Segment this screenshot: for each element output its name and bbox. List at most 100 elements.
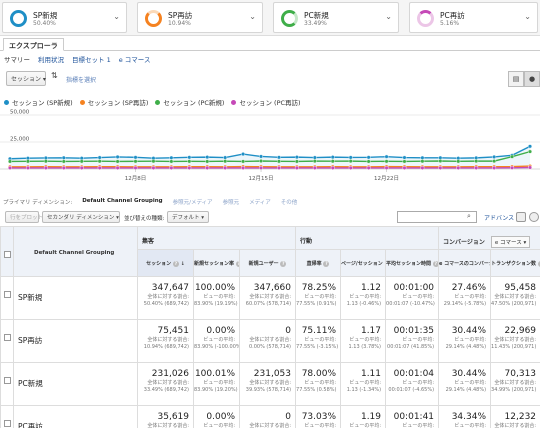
- metric-comparison: 83.90% (19.20%): [194, 386, 238, 393]
- table-search-input[interactable]: [397, 211, 477, 223]
- table-view-icon[interactable]: [516, 212, 526, 222]
- row-checkbox[interactable]: [3, 377, 11, 384]
- data-point: [276, 155, 281, 160]
- chevron-down-icon[interactable]: ⌄: [524, 12, 531, 21]
- line-chart-icon[interactable]: ▤: [508, 71, 524, 87]
- chart-canvas[interactable]: 50,000 25,000 12月8日 12月15日 12月22日: [0, 106, 540, 186]
- motion-chart-icon[interactable]: ●: [524, 71, 540, 87]
- data-point: [330, 155, 335, 160]
- chart-controls: セッション ▾ ⇅ 指標を選択 ▤ ●: [0, 70, 540, 88]
- segment-ring-icon: [281, 10, 298, 27]
- table-row[interactable]: SP再訪 75,451 全体に対する割合: 10.94% (689,742) 0.00%…: [0, 319, 540, 363]
- row-checkbox[interactable]: [3, 420, 11, 427]
- metric-select[interactable]: セッション ▾: [6, 71, 46, 86]
- dimension-other[interactable]: その他: [281, 198, 298, 209]
- data-point: [384, 159, 389, 164]
- segment-card-pc-new[interactable]: PC新規 33.49% ⌄: [273, 2, 399, 33]
- data-point: [61, 155, 66, 160]
- row-checkbox-cell: [0, 276, 14, 320]
- conversion-type-select[interactable]: e コマース ▾: [490, 236, 531, 248]
- chevron-down-icon[interactable]: ⌄: [249, 12, 256, 21]
- plot-rows-button[interactable]: 行をプロット: [5, 211, 43, 223]
- row-checkbox[interactable]: [3, 334, 11, 341]
- metric-cell: 22,969 全体に対する割合: 11.43% (200,971): [490, 319, 540, 363]
- metric-value: 73.03%: [301, 412, 337, 422]
- metric-value: 1.12: [360, 283, 382, 293]
- data-point: [528, 149, 533, 154]
- metric-comparison: 29.14% (-5.78%): [443, 300, 487, 307]
- data-point: [312, 165, 317, 170]
- advanced-filter-link[interactable]: アドバンス: [484, 213, 514, 222]
- chevron-down-icon[interactable]: ⌄: [113, 12, 120, 21]
- column-header[interactable]: 平均セッション時間 ?: [385, 249, 440, 277]
- help-icon[interactable]: ?: [235, 260, 239, 267]
- dimension-source[interactable]: 参照元: [223, 198, 240, 209]
- help-icon[interactable]: ?: [323, 260, 330, 267]
- metric-comparison: 全体に対する割合:: [147, 423, 189, 428]
- column-header[interactable]: 新規ユーザー ?: [238, 249, 297, 277]
- metric-comparison: 60.07% (578,714): [245, 300, 292, 307]
- metric-comparison: ビューの平均:: [304, 423, 337, 428]
- add-metric-link[interactable]: 指標を選択: [66, 75, 96, 84]
- segment-ring-icon: [417, 10, 434, 27]
- row-label: PC新規: [13, 362, 138, 406]
- data-point: [402, 159, 407, 164]
- table-row[interactable]: PC新規 231,026 全体に対する割合: 33.49% (689,742) 100.…: [0, 362, 540, 406]
- column-header[interactable]: e コマースのコンバージョン率 ?: [438, 249, 492, 277]
- y-tick-label: 25,000: [10, 137, 30, 143]
- metric-cell: 0全体に対する割合:0.00% (578,714): [238, 405, 297, 428]
- search-icon[interactable]: ⌕: [467, 212, 471, 221]
- data-point: [294, 165, 299, 170]
- secondary-dimension-select[interactable]: セカンダリ ディメンション ▾: [42, 211, 120, 223]
- segment-card-sp-new[interactable]: SP新規 50.40% ⌄: [2, 2, 127, 33]
- metric-value: 231,053: [253, 369, 292, 379]
- dimension-default-channel[interactable]: Default Channel Grouping: [82, 198, 162, 209]
- report-subnav: サマリー 利用状況 目標セット 1 e コマース: [4, 54, 150, 65]
- subnav-ecommerce[interactable]: e コマース: [119, 54, 151, 65]
- metric-comparison: 00:01:07 (-4.65%): [388, 386, 435, 393]
- data-point: [492, 154, 497, 159]
- select-all-checkbox[interactable]: [3, 251, 11, 258]
- x-tick-label: 12月8日: [125, 175, 147, 182]
- data-point: [151, 159, 156, 164]
- table-row[interactable]: SP新規 347,647 全体に対する割合: 50.40% (689,742) 100.…: [0, 276, 540, 320]
- column-header[interactable]: セッション ? ↓: [137, 249, 194, 277]
- data-point: [97, 159, 102, 164]
- column-header-label: 新規セッション率: [194, 261, 235, 267]
- column-header[interactable]: ページ/セッション ?: [340, 249, 387, 277]
- help-icon[interactable]: ?: [280, 260, 287, 267]
- help-icon[interactable]: ?: [432, 260, 438, 267]
- metric-cell: 347,647 全体に対する割合: 50.40% (689,742): [137, 276, 194, 320]
- pie-view-icon[interactable]: [529, 212, 539, 222]
- sort-descending-icon[interactable]: ↓: [179, 261, 185, 267]
- primary-dimension-label: プライマリ ディメンション:: [3, 200, 73, 206]
- table-row[interactable]: PC再訪35,619全体に対する割合:5.16% (689,742)0.00%ビ…: [0, 405, 540, 428]
- chevron-down-icon[interactable]: ⌄: [385, 12, 392, 21]
- tab-explorer[interactable]: エクスプローラ: [3, 38, 64, 51]
- dimension-medium[interactable]: メディア: [249, 198, 271, 209]
- segment-card-pc-return[interactable]: PC再訪 5.16% ⌄: [409, 2, 538, 33]
- segment-card-sp-return[interactable]: SP再訪 10.94% ⌄: [137, 2, 263, 33]
- dimension-header[interactable]: Default Channel Grouping: [13, 226, 138, 277]
- compare-metric-icon[interactable]: ⇅: [51, 71, 58, 80]
- data-point: [348, 165, 353, 170]
- metric-cell: 100.00% ビューの平均: 83.90% (19.19%): [193, 276, 240, 320]
- metric-value: 35,619: [157, 412, 190, 422]
- metric-comparison: 00:01:07 (-10.47%): [386, 300, 435, 307]
- metric-comparison: 全体に対する割合:: [494, 423, 537, 428]
- data-point: [294, 155, 299, 160]
- column-header[interactable]: 新規セッション率 ?: [193, 249, 240, 277]
- data-point: [330, 159, 335, 164]
- dimension-source-medium[interactable]: 参照元/メディア: [173, 198, 213, 209]
- subnav-goal-set[interactable]: 目標セット 1: [72, 54, 111, 65]
- column-header[interactable]: トランザクション数 ?: [490, 249, 540, 277]
- metric-comparison: 77.55% (-3.15%): [296, 343, 339, 350]
- row-checkbox[interactable]: [3, 291, 11, 298]
- subnav-summary[interactable]: サマリー: [4, 54, 30, 65]
- metric-comparison: 29.14% (4.48%): [445, 386, 487, 393]
- column-header[interactable]: 直帰率 ?: [295, 249, 342, 277]
- subnav-site-usage[interactable]: 利用状況: [38, 54, 64, 65]
- sort-type-select[interactable]: デフォルト ▾: [167, 211, 209, 223]
- metric-value: 78.00%: [301, 369, 337, 379]
- metric-comparison: 11.43% (200,971): [491, 343, 537, 350]
